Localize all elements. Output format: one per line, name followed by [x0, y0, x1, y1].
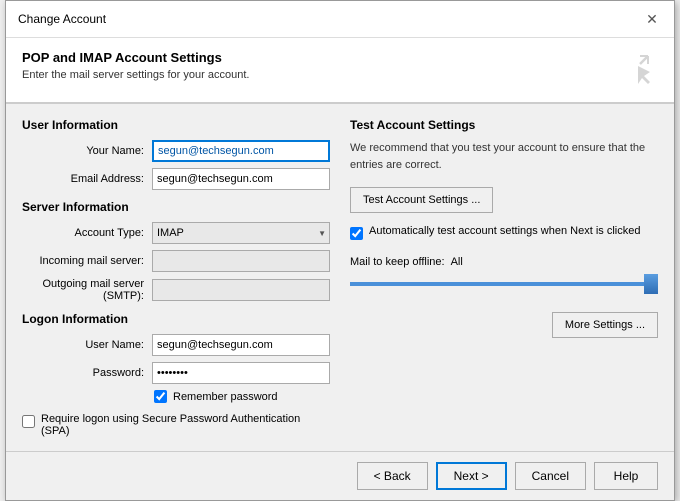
outgoing-mail-label: Outgoing mail server (SMTP): — [22, 278, 152, 302]
outgoing-mail-row: Outgoing mail server (SMTP): — [22, 278, 330, 302]
main-content: User Information Your Name: Email Addres… — [6, 104, 674, 451]
cursor-icon — [620, 52, 656, 88]
password-label: Password: — [22, 367, 152, 379]
spa-row: Require logon using Secure Password Auth… — [22, 413, 330, 437]
header-title: POP and IMAP Account Settings — [22, 50, 249, 65]
cancel-button[interactable]: Cancel — [515, 462, 586, 490]
header-section: POP and IMAP Account Settings Enter the … — [6, 38, 674, 103]
header-left: POP and IMAP Account Settings Enter the … — [22, 50, 249, 81]
remember-password-checkbox[interactable] — [154, 390, 167, 403]
auto-test-label: Automatically test account settings when… — [369, 225, 640, 237]
incoming-mail-row: Incoming mail server: — [22, 250, 330, 272]
header-icon — [618, 50, 658, 90]
offline-slider[interactable] — [350, 274, 658, 294]
email-address-label: Email Address: — [22, 173, 152, 185]
auto-test-checkbox[interactable] — [350, 227, 363, 240]
your-name-row: Your Name: — [22, 140, 330, 162]
left-panel: User Information Your Name: Email Addres… — [22, 118, 330, 437]
account-type-select-wrapper: IMAP POP3 ▼ — [152, 222, 330, 244]
offline-label: Mail to keep offline: — [350, 256, 445, 268]
slider-fill — [350, 282, 658, 286]
right-section-title: Test Account Settings — [350, 118, 658, 132]
password-input[interactable] — [152, 362, 330, 384]
incoming-mail-label: Incoming mail server: — [22, 255, 152, 267]
logon-info-label: Logon Information — [22, 312, 330, 326]
dialog-title: Change Account — [18, 12, 106, 26]
remember-password-row: Remember password — [154, 390, 330, 403]
next-button[interactable]: Next > — [436, 462, 507, 490]
auto-test-row: Automatically test account settings when… — [350, 225, 658, 240]
header-description: Enter the mail server settings for your … — [22, 69, 249, 81]
email-address-row: Email Address: — [22, 168, 330, 190]
remember-password-label: Remember password — [173, 391, 278, 403]
offline-section: Mail to keep offline: All — [350, 256, 658, 294]
close-button[interactable]: ✕ — [642, 9, 662, 29]
incoming-mail-input[interactable] — [152, 250, 330, 272]
spa-checkbox[interactable] — [22, 415, 35, 428]
user-name-label: User Name: — [22, 339, 152, 351]
user-name-row: User Name: — [22, 334, 330, 356]
server-info-label: Server Information — [22, 200, 330, 214]
right-description: We recommend that you test your account … — [350, 140, 658, 173]
right-panel: Test Account Settings We recommend that … — [350, 118, 658, 437]
more-settings-button[interactable]: More Settings ... — [552, 312, 658, 338]
back-button[interactable]: < Back — [357, 462, 428, 490]
footer: < Back Next > Cancel Help — [6, 451, 674, 500]
account-type-select[interactable]: IMAP POP3 — [152, 222, 330, 244]
help-button[interactable]: Help — [594, 462, 658, 490]
your-name-label: Your Name: — [22, 145, 152, 157]
password-row: Password: — [22, 362, 330, 384]
test-account-settings-button[interactable]: Test Account Settings ... — [350, 187, 493, 213]
outgoing-mail-input[interactable] — [152, 279, 330, 301]
slider-thumb[interactable] — [644, 274, 658, 294]
dialog: Change Account ✕ POP and IMAP Account Se… — [5, 0, 675, 501]
account-type-row: Account Type: IMAP POP3 ▼ — [22, 222, 330, 244]
offline-value: All — [451, 256, 463, 268]
spa-label: Require logon using Secure Password Auth… — [41, 413, 330, 437]
your-name-input[interactable] — [152, 140, 330, 162]
account-type-label: Account Type: — [22, 227, 152, 239]
title-bar: Change Account ✕ — [6, 1, 674, 38]
user-info-label: User Information — [22, 118, 330, 132]
offline-label-row: Mail to keep offline: All — [350, 256, 658, 268]
email-address-input[interactable] — [152, 168, 330, 190]
user-name-input[interactable] — [152, 334, 330, 356]
